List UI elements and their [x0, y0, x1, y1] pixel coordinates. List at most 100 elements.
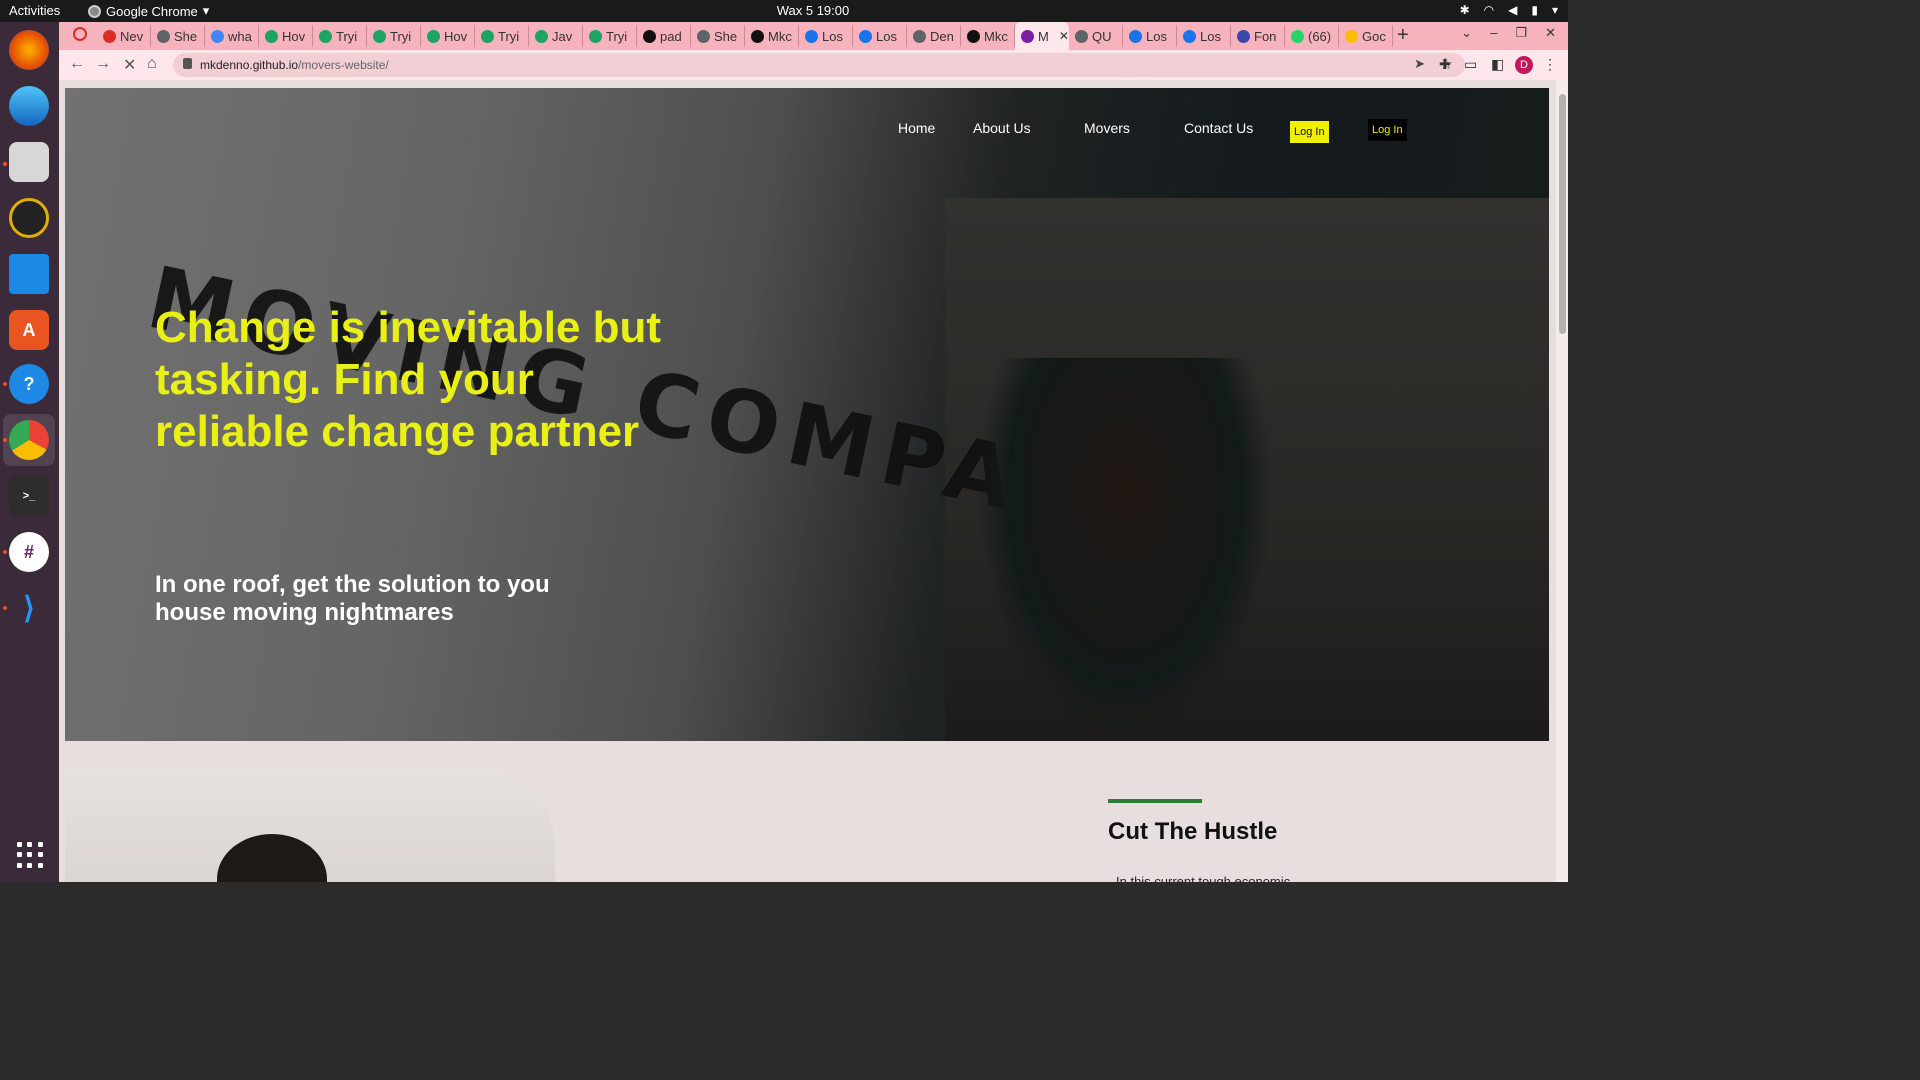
login-button-secondary[interactable]: Log In: [1368, 119, 1407, 141]
tab-favicon-icon: [589, 29, 602, 43]
files-icon[interactable]: [9, 142, 49, 182]
help-icon[interactable]: ?: [9, 364, 49, 404]
forward-button[interactable]: →: [95, 55, 111, 73]
tab-favicon-icon: [535, 29, 548, 43]
rhythmbox-icon[interactable]: [9, 198, 49, 238]
browser-tab[interactable]: Los: [1123, 25, 1177, 47]
browser-tab[interactable]: Los: [799, 25, 853, 47]
browser-tab[interactable]: Tryi: [583, 25, 637, 47]
window-controls: ⌄ – ❐ ✕: [1461, 25, 1568, 41]
browser-tab[interactable]: Den: [907, 25, 961, 47]
running-indicator: [3, 606, 7, 610]
slack-icon[interactable]: #: [9, 532, 49, 572]
browser-tab[interactable]: Tryi: [475, 25, 529, 47]
nav-about-us[interactable]: About Us: [973, 120, 1031, 136]
tab-label: Los: [1146, 28, 1167, 44]
browser-tab[interactable]: Mkc: [961, 25, 1015, 47]
battery-icon[interactable]: ▮: [1531, 3, 1538, 17]
terminal-icon[interactable]: >_: [9, 476, 49, 516]
browser-tab[interactable]: wha: [205, 25, 259, 47]
tab-label: Goc: [1362, 28, 1386, 44]
tab-favicon-icon: [319, 29, 332, 43]
tab-favicon-icon: [1075, 29, 1088, 43]
browser-tab[interactable]: Los: [1177, 25, 1231, 47]
browser-tab[interactable]: Mkc: [745, 25, 799, 47]
tab-favicon-icon: [1021, 29, 1034, 43]
side-panel-icon[interactable]: ◧: [1491, 56, 1504, 73]
tab-favicon-icon: [103, 29, 116, 43]
chrome-dock-icon[interactable]: [9, 420, 49, 460]
browser-tab[interactable]: M ✕: [1015, 22, 1069, 50]
browser-tab[interactable]: She: [151, 25, 205, 47]
show-apps-icon[interactable]: [17, 842, 43, 868]
browser-tab[interactable]: (66): [1285, 25, 1339, 47]
cast-icon[interactable]: ▭: [1464, 56, 1477, 73]
firefox-icon[interactable]: [9, 30, 49, 70]
tab-favicon-icon: [265, 29, 278, 43]
software-icon[interactable]: A: [9, 310, 49, 350]
tab-label: M: [1038, 28, 1049, 44]
tab-label: Den: [930, 28, 954, 44]
chevron-down-icon[interactable]: ▾: [1552, 3, 1558, 17]
stop-loading-button[interactable]: ✕: [123, 55, 136, 75]
tab-favicon-icon: [697, 29, 710, 43]
section-accent-line: [1108, 799, 1202, 803]
tab-label: Tryi: [498, 28, 520, 44]
running-indicator: [3, 382, 7, 386]
tab-label: wha: [228, 28, 252, 44]
scrollbar-thumb[interactable]: [1559, 94, 1566, 334]
hero-section: MOVING COMPANY Home About Us Movers Cont…: [65, 88, 1549, 741]
tab-label: Los: [822, 28, 843, 44]
send-tab-icon[interactable]: ➤: [1414, 56, 1425, 72]
nav-contact-us[interactable]: Contact Us: [1184, 120, 1253, 136]
more-menu-icon[interactable]: ⋮: [1543, 56, 1557, 73]
browser-tab[interactable]: Hov: [259, 25, 313, 47]
tab-label: Fon: [1254, 28, 1277, 44]
profile-avatar[interactable]: D: [1515, 56, 1533, 74]
browser-window: Nev She wha Hov Tryi Tryi Hov Tryi Jav Tryi pad She…: [59, 22, 1568, 882]
tab-label: Tryi: [390, 28, 412, 44]
browser-tab[interactable]: Goc: [1339, 25, 1393, 47]
nav-movers[interactable]: Movers: [1084, 120, 1130, 136]
tab-favicon-icon: [157, 29, 170, 43]
browser-tab[interactable]: Tryi: [313, 25, 367, 47]
browser-tab[interactable]: Fon: [1231, 25, 1285, 47]
thunderbird-icon[interactable]: [9, 86, 49, 126]
close-window-button[interactable]: ✕: [1545, 25, 1556, 41]
system-tray[interactable]: ✱ ◠ ◀ ▮ ▾: [1460, 3, 1558, 17]
tab-list-chevron-icon[interactable]: ⌄: [1461, 25, 1472, 41]
tab-favicon-icon: [913, 29, 926, 43]
back-button[interactable]: ←: [69, 55, 85, 73]
browser-tab[interactable]: Hov: [421, 25, 475, 47]
volume-icon[interactable]: ◀: [1508, 3, 1517, 17]
home-button[interactable]: ⌂: [147, 55, 157, 73]
login-button-primary[interactable]: Log In: [1290, 121, 1329, 143]
browser-tab[interactable]: She: [691, 25, 745, 47]
clock[interactable]: Wax 5 19:00: [0, 3, 1626, 18]
extensions-icon[interactable]: ✚: [1439, 56, 1451, 73]
slack-tray-icon[interactable]: ✱: [1460, 3, 1470, 17]
vscode-icon[interactable]: ⟩: [9, 588, 49, 628]
browser-tab[interactable]: Los: [853, 25, 907, 47]
tab-strip: Nev She wha Hov Tryi Tryi Hov Tryi Jav Tryi pad She…: [59, 22, 1568, 50]
minimize-button[interactable]: –: [1490, 25, 1497, 41]
writer-icon[interactable]: [9, 254, 49, 294]
wifi-icon[interactable]: ◠: [1484, 3, 1494, 17]
browser-tab[interactable]: Jav: [529, 25, 583, 47]
tab-favicon-icon: [859, 29, 872, 43]
browser-tab[interactable]: Nev: [97, 25, 151, 47]
tab-favicon-icon: [373, 29, 386, 43]
browser-tab[interactable]: QU: [1069, 25, 1123, 47]
url-text[interactable]: mkdenno.github.io/movers-website/: [200, 58, 389, 72]
new-tab-button[interactable]: +: [1397, 24, 1409, 47]
nav-home[interactable]: Home: [898, 120, 935, 136]
page-scrollbar[interactable]: [1556, 80, 1568, 882]
browser-tab[interactable]: Tryi: [367, 25, 421, 47]
tab-favicon-icon: [427, 29, 440, 43]
address-bar[interactable]: mkdenno.github.io/movers-website/ ➤ ☆: [173, 53, 1465, 77]
close-tab-icon[interactable]: ✕: [1059, 29, 1069, 43]
browser-tab[interactable]: pad: [637, 25, 691, 47]
maximize-button[interactable]: ❐: [1515, 25, 1527, 41]
lock-icon[interactable]: [183, 58, 192, 69]
tab-search-icon[interactable]: [73, 27, 87, 41]
